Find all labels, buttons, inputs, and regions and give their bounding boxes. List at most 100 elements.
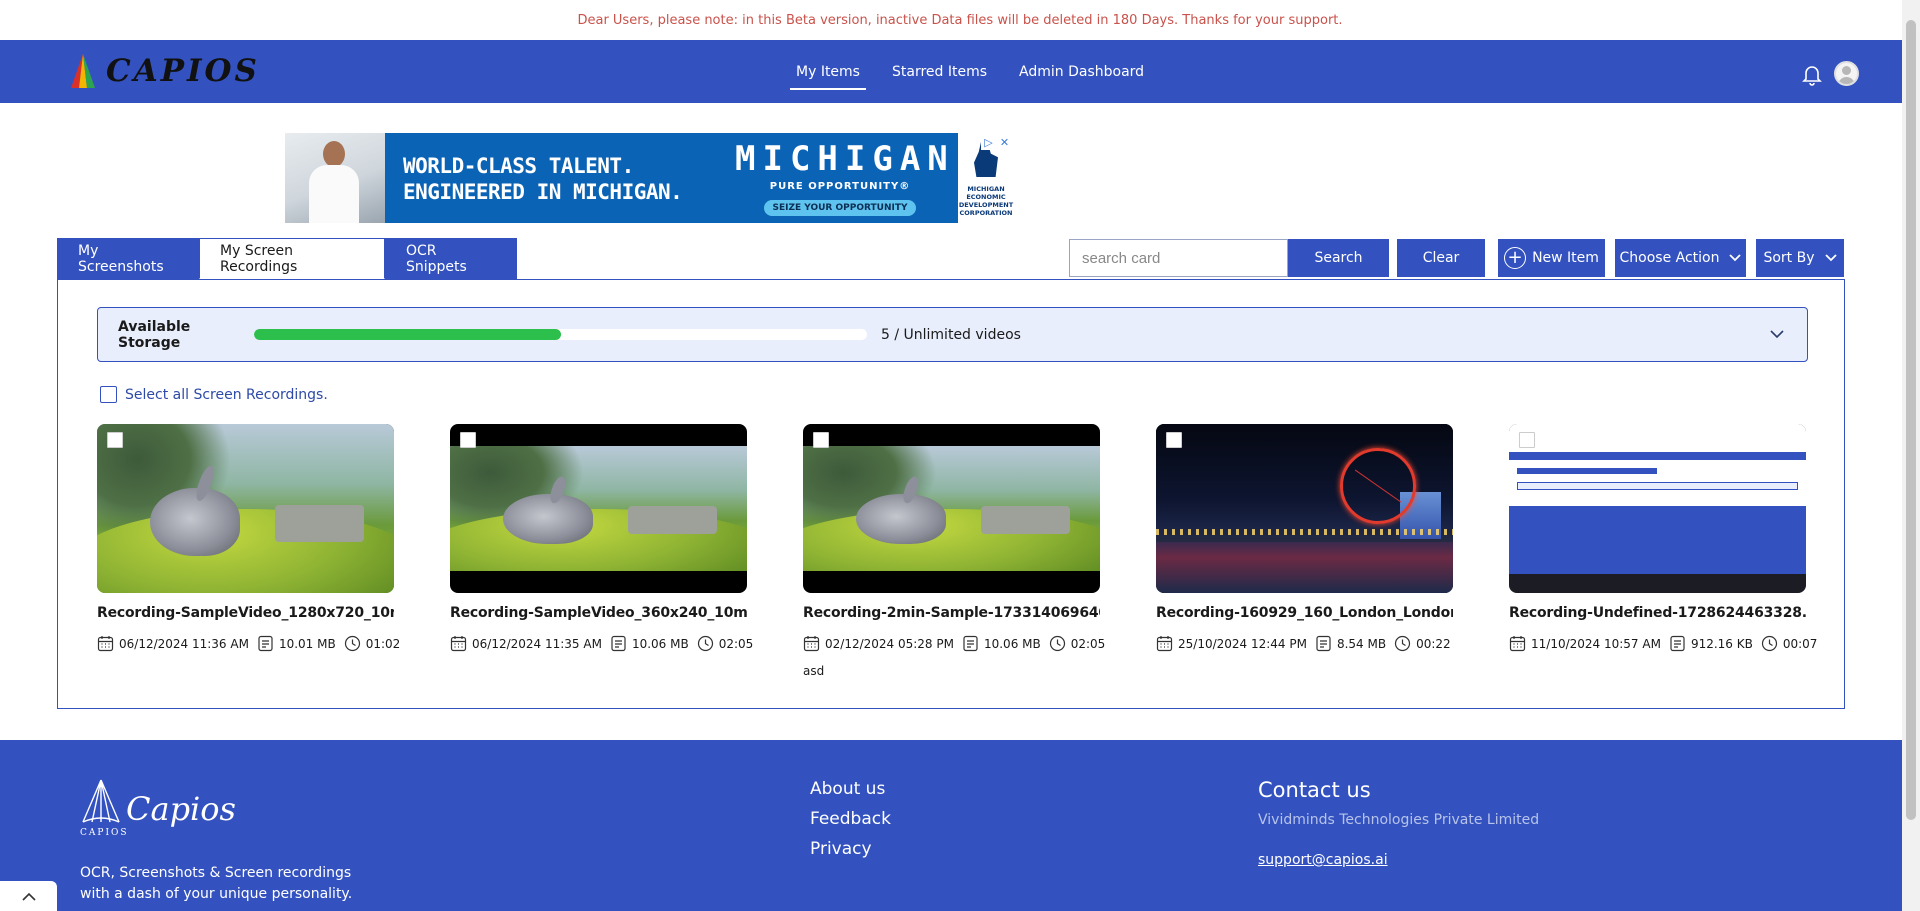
footer-link-about[interactable]: About us: [810, 779, 891, 799]
recording-date: 25/10/2024 12:44 PM: [1178, 636, 1307, 651]
recording-card[interactable]: Recording-160929_160_London_London 25/10…: [1156, 424, 1453, 652]
nav-my-items[interactable]: My Items: [790, 40, 866, 103]
footer-tagline: OCR, Screenshots & Screen recordings wit…: [80, 863, 352, 905]
main-nav: My Items Starred Items Admin Dashboard: [790, 40, 1150, 103]
choose-action-dropdown[interactable]: Choose Action: [1615, 239, 1746, 277]
recording-thumbnail[interactable]: [803, 424, 1100, 593]
recording-card[interactable]: Recording-SampleVideo_1280x720_10m 06/12…: [97, 424, 400, 652]
tab-my-screenshots[interactable]: My Screenshots: [57, 238, 199, 279]
recording-thumbnail[interactable]: [1509, 424, 1806, 593]
footer-logo[interactable]: Capios CAPIOS: [80, 778, 236, 838]
ad-photo: [285, 133, 385, 223]
footer-links: About us Feedback Privacy: [810, 779, 891, 869]
recording-title[interactable]: Recording-Undefined-1728624463328.: [1509, 605, 1806, 621]
recording-thumbnail[interactable]: [97, 424, 394, 593]
scroll-top-button[interactable]: [0, 881, 57, 911]
calendar-icon: [1509, 635, 1531, 652]
page-scrollbar[interactable]: [1902, 0, 1920, 911]
ad-headline-1: WORLD-CLASS TALENT.: [403, 154, 634, 178]
ad-info-icon[interactable]: ▷: [981, 135, 996, 150]
recording-checkbox[interactable]: [460, 432, 476, 448]
recording-card[interactable]: Recording-Undefined-1728624463328. 11/10…: [1509, 424, 1817, 652]
nav-admin-dashboard[interactable]: Admin Dashboard: [1013, 40, 1150, 103]
recording-size: 10.06 MB: [983, 636, 1041, 651]
ad-close-icon[interactable]: ✕: [997, 135, 1012, 150]
file-icon: [1315, 635, 1337, 652]
plus-circle-icon: +: [1504, 247, 1527, 269]
clear-button[interactable]: Clear: [1397, 239, 1485, 277]
capios-logo-icon: [71, 54, 95, 88]
ad-headline: WORLD-CLASS TALENT. ENGINEERED IN MICHIG…: [385, 133, 735, 223]
recording-title[interactable]: Recording-160929_160_London_London: [1156, 605, 1453, 621]
recording-meta: 06/12/2024 11:35 AM 10.06 MB 02:05: [450, 635, 753, 652]
logo[interactable]: CAPIOS: [68, 53, 260, 89]
chevron-up-icon: [21, 892, 36, 901]
capios-tent-icon: [82, 779, 120, 823]
nav-starred-items[interactable]: Starred Items: [886, 40, 993, 103]
file-icon: [257, 635, 279, 652]
footer-tagline-2: with a dash of your unique personality.: [80, 886, 353, 902]
sort-by-label: Sort By: [1763, 250, 1815, 266]
chevron-down-icon: [1729, 254, 1742, 262]
recording-title[interactable]: Recording-SampleVideo_360x240_10mb: [450, 605, 747, 621]
recording-checkbox[interactable]: [1519, 432, 1535, 448]
recording-card[interactable]: Recording-SampleVideo_360x240_10mb 06/12…: [450, 424, 753, 652]
recording-thumbnail[interactable]: [450, 424, 747, 593]
recording-note: asd: [803, 664, 825, 678]
ad-corp-line-1: MICHIGAN: [967, 185, 1005, 193]
top-navbar: CAPIOS My Items Starred Items Admin Dash…: [0, 40, 1902, 103]
search-button[interactable]: Search: [1288, 239, 1389, 277]
recordings-panel: Available Storage 5 / Unlimited videos S…: [57, 279, 1845, 709]
recording-title[interactable]: Recording-2min-Sample-173314069640: [803, 605, 1100, 621]
ad-corp-line-3: DEVELOPMENT: [958, 201, 1014, 209]
clock-icon: [344, 635, 366, 652]
recording-checkbox[interactable]: [107, 432, 123, 448]
contact: Contact us Vividminds Technologies Priva…: [1258, 778, 1539, 868]
recording-size: 10.01 MB: [278, 636, 336, 651]
ad-headline-2: ENGINEERED IN MICHIGAN.: [403, 180, 683, 204]
select-all[interactable]: Select all Screen Recordings.: [100, 386, 328, 403]
storage-progress-bar: [254, 329, 867, 340]
ad-banner[interactable]: WORLD-CLASS TALENT. ENGINEERED IN MICHIG…: [285, 133, 1014, 223]
tab-my-screen-recordings[interactable]: My Screen Recordings: [199, 238, 385, 279]
recording-thumbnail[interactable]: [1156, 424, 1453, 593]
ad-cta-button[interactable]: SEIZE YOUR OPPORTUNITY: [764, 200, 916, 216]
file-icon: [1669, 635, 1691, 652]
recording-meta: 25/10/2024 12:44 PM 8.54 MB 00:22: [1156, 635, 1453, 652]
new-item-button[interactable]: + New Item: [1498, 239, 1605, 277]
ad-corp-line-2: ECONOMIC: [966, 193, 1006, 201]
avatar[interactable]: [1834, 61, 1859, 86]
sort-by-dropdown[interactable]: Sort By: [1756, 239, 1844, 277]
recording-card[interactable]: Recording-2min-Sample-173314069640 02/12…: [803, 424, 1105, 678]
footer-logo-text: Capios: [126, 790, 236, 828]
scrollbar-thumb[interactable]: [1906, 20, 1916, 820]
storage-accordion[interactable]: Available Storage 5 / Unlimited videos: [97, 307, 1808, 362]
recording-size: 8.54 MB: [1336, 636, 1387, 651]
recording-size: 10.06 MB: [631, 636, 689, 651]
recording-duration: 01:02: [365, 636, 401, 651]
ad-brand: MICHIGAN PURE OPPORTUNITY® SEIZE YOUR OP…: [735, 133, 948, 223]
support-email-link[interactable]: support@capios.ai: [1258, 852, 1539, 868]
chevron-down-icon[interactable]: [1769, 326, 1785, 342]
search-input[interactable]: [1069, 239, 1288, 277]
ad-tagline: PURE OPPORTUNITY®: [769, 181, 911, 192]
footer: Capios CAPIOS OCR, Screenshots & Screen …: [0, 740, 1902, 911]
footer-logo-caption: CAPIOS: [80, 828, 129, 838]
footer-link-feedback[interactable]: Feedback: [810, 809, 891, 829]
bell-icon[interactable]: [1800, 62, 1824, 86]
beta-notice: Dear Users, please note: in this Beta ve…: [0, 0, 1920, 40]
recording-date: 02/12/2024 05:28 PM: [825, 636, 954, 651]
recording-date: 11/10/2024 10:57 AM: [1531, 636, 1661, 651]
calendar-icon: [1156, 635, 1178, 652]
recording-title[interactable]: Recording-SampleVideo_1280x720_10m: [97, 605, 394, 621]
recording-duration: 00:07: [1782, 636, 1818, 651]
recording-checkbox[interactable]: [1166, 432, 1182, 448]
calendar-icon: [803, 635, 825, 652]
choose-action-label: Choose Action: [1619, 250, 1720, 266]
tab-ocr-snippets[interactable]: OCR Snippets: [385, 238, 517, 279]
logo-text: CAPIOS: [106, 53, 260, 89]
footer-link-privacy[interactable]: Privacy: [810, 839, 891, 859]
recording-checkbox[interactable]: [813, 432, 829, 448]
recording-date: 06/12/2024 11:36 AM: [119, 636, 249, 651]
select-all-checkbox[interactable]: [100, 386, 117, 403]
